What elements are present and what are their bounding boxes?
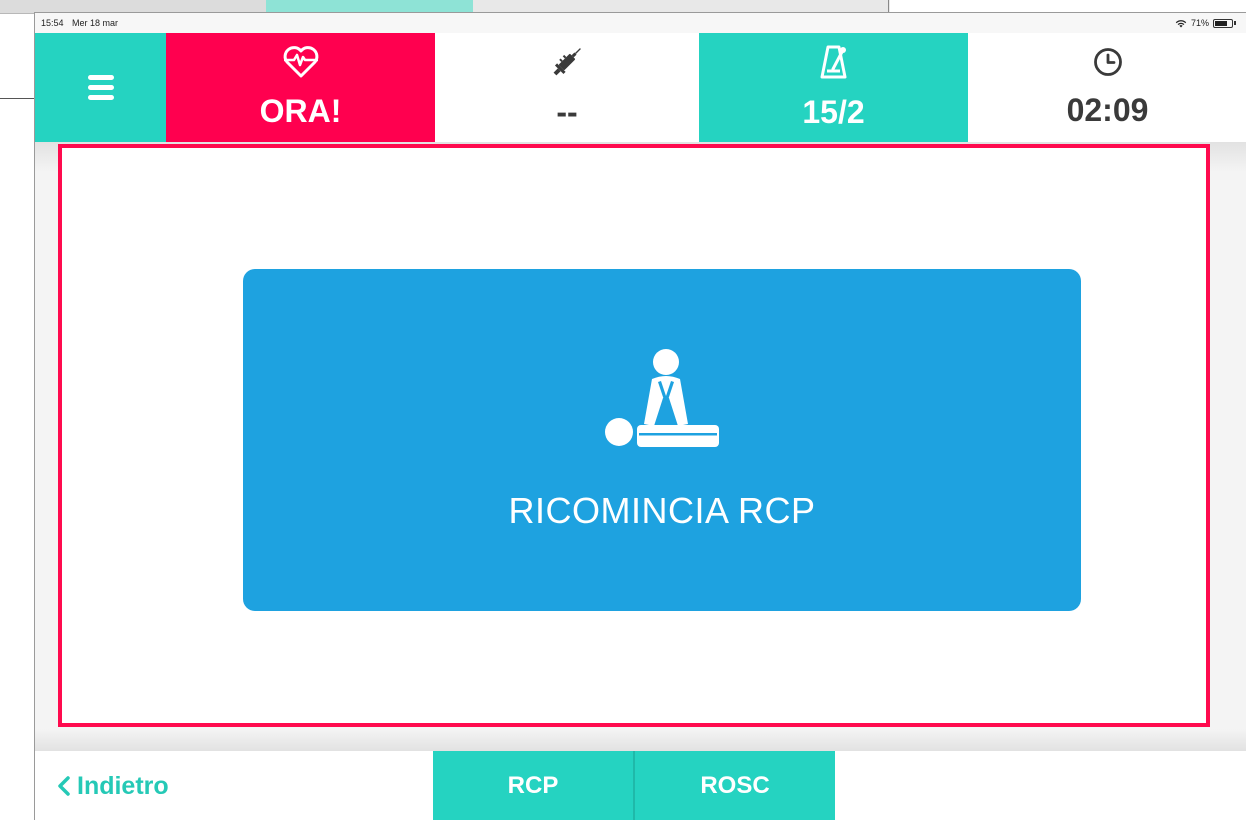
status-left: 15:54 Mer 18 mar — [41, 18, 124, 28]
cycle-ratio-tile[interactable]: 15/2 — [699, 33, 968, 142]
drug-value: -- — [556, 94, 578, 130]
battery-percent: 71% — [1190, 18, 1209, 28]
main-panel: RICOMINCIA RCP — [58, 144, 1210, 727]
tab-rosc-label: ROSC — [700, 772, 770, 799]
clock-icon — [1093, 48, 1122, 76]
back-label: Indietro — [77, 771, 169, 800]
syringe-icon — [553, 48, 581, 76]
heart-monitor-icon — [283, 46, 318, 78]
status-date: Mer 18 mar — [72, 18, 119, 28]
tab-rcp-label: RCP — [507, 772, 559, 799]
cycle-ratio-value: 15/2 — [802, 94, 865, 130]
restart-cpr-button[interactable]: RICOMINCIA RCP — [243, 269, 1081, 611]
screenshot-stage: 15:54 Mer 18 mar 71% ORA! -- 15/2 02:09 … — [0, 0, 1246, 820]
drug-tile[interactable]: -- — [435, 33, 699, 142]
back-button[interactable]: Indietro — [57, 751, 169, 820]
status-time: 15:54 — [41, 18, 64, 28]
battery-icon — [1213, 18, 1233, 28]
tab-rcp[interactable]: RCP — [433, 751, 633, 820]
rhythm-check-tile[interactable]: ORA! — [166, 33, 435, 142]
metronome-icon — [820, 45, 846, 79]
tab-rosc[interactable]: ROSC — [635, 751, 835, 820]
battery-tip — [1234, 21, 1236, 25]
restart-cpr-label: RICOMINCIA RCP — [508, 490, 816, 531]
wifi-icon — [1175, 19, 1187, 27]
tablet-screen: 15:54 Mer 18 mar 71% ORA! -- 15/2 02:09 … — [34, 12, 1246, 820]
status-right: 71% — [1175, 18, 1236, 28]
timer-value: 02:09 — [1066, 92, 1149, 128]
rhythm-check-label: ORA! — [259, 93, 342, 129]
cpr-icon — [605, 349, 719, 447]
hamburger-menu-icon — [87, 75, 114, 100]
status-bar: 15:54 Mer 18 mar 71% — [35, 13, 1246, 33]
top-toolbar: ORA! -- 15/2 02:09 — [35, 33, 1246, 142]
menu-button[interactable] — [35, 33, 166, 142]
bottom-toolbar: Indietro RCP ROSC — [35, 751, 1246, 820]
chevron-left-icon — [58, 776, 70, 796]
timer-tile[interactable]: 02:09 — [968, 33, 1246, 142]
bottom-shadow — [35, 729, 1246, 751]
